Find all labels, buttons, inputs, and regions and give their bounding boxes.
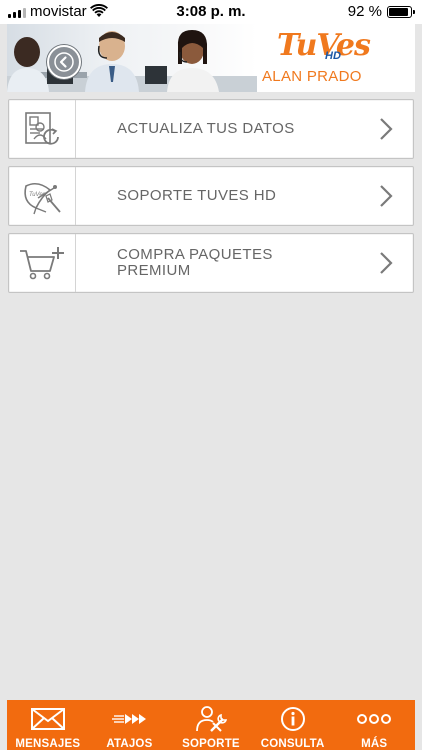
call-center-agents-image: [7, 30, 257, 92]
header-banner: TuVes HD ALAN PRADO: [7, 24, 415, 92]
bottom-tab-bar: MENSAJES ATAJOS SOPORTE CONSULTA MÁS: [7, 700, 415, 750]
menu-item-icon-cell: [9, 100, 76, 158]
battery-percent: 92 %: [347, 3, 382, 20]
logo-text: TuVes: [277, 28, 371, 63]
envelope-icon: [30, 708, 65, 730]
menu-item-icon-cell: TuVes: [9, 167, 76, 225]
call-center-photo: [7, 24, 257, 92]
chevron-right-icon: [380, 252, 393, 274]
menu-item-support[interactable]: TuVes SOPORTE TUVES HD: [8, 166, 414, 226]
brand-logo: TuVes HD ALAN PRADO: [259, 28, 409, 88]
menu-item-label: ACTUALIZA TUS DATOS: [117, 120, 295, 137]
profile-update-icon: [25, 112, 59, 145]
fast-forward-icon: [112, 714, 147, 724]
tab-label: MENSAJES: [15, 738, 81, 750]
battery-level: [389, 8, 409, 16]
satellite-dish-icon: TuVes: [24, 182, 61, 215]
menu-item-label: COMPRA PAQUETES PREMIUM: [117, 246, 273, 279]
menu-item-buy-premium[interactable]: COMPRA PAQUETES PREMIUM: [8, 233, 414, 293]
battery-icon: [387, 6, 412, 18]
back-button[interactable]: [47, 45, 81, 79]
tab-soporte[interactable]: SOPORTE: [170, 700, 252, 750]
tab-label: SOPORTE: [182, 738, 240, 750]
tab-label: CONSULTA: [260, 738, 325, 750]
tab-atajos[interactable]: ATAJOS: [89, 700, 171, 750]
info-icon: [280, 707, 305, 731]
chevron-right-icon: [380, 118, 393, 140]
logo-hd: HD: [325, 50, 341, 62]
user-name: ALAN PRADO: [262, 68, 362, 85]
status-bar: movistar 3:08 p. m. 92 %: [0, 0, 422, 24]
menu-item-icon-cell: [9, 234, 76, 292]
tab-consulta[interactable]: CONSULTA: [252, 700, 334, 750]
tab-label: ATAJOS: [106, 738, 153, 750]
tab-label: MÁS: [361, 738, 388, 750]
back-arrow-icon: [54, 52, 74, 72]
more-dots-icon: [357, 714, 392, 724]
menu-item-update-data[interactable]: ACTUALIZA TUS DATOS: [8, 99, 414, 159]
battery-cap: [413, 10, 415, 14]
support-tools-icon: [196, 706, 227, 732]
tab-mas[interactable]: MÁS: [333, 700, 415, 750]
cart-add-icon: [20, 247, 64, 280]
tab-mensajes[interactable]: MENSAJES: [7, 700, 89, 750]
chevron-right-icon: [380, 185, 393, 207]
menu-item-label: SOPORTE TUVES HD: [117, 187, 277, 204]
